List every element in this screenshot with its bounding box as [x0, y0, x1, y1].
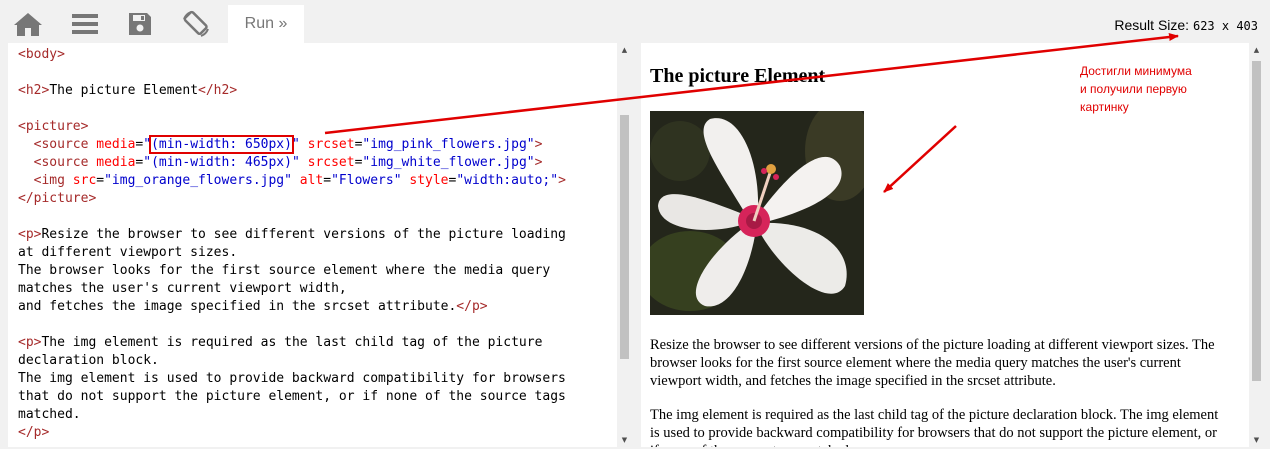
run-button[interactable]: Run »	[228, 5, 304, 43]
rotate-screen-icon[interactable]	[178, 6, 214, 42]
code-scroll-thumb[interactable]	[620, 115, 629, 359]
result-scroll-thumb[interactable]	[1252, 61, 1261, 381]
scroll-up-arrow-icon[interactable]: ▲	[1249, 46, 1264, 54]
floppy-disk-icon[interactable]	[122, 6, 158, 42]
code-text[interactable]: <body> <h2>The picture Element</h2> <pic…	[18, 46, 566, 442]
home-icon[interactable]	[10, 6, 46, 42]
result-size-value: 623 x 403	[1192, 19, 1258, 33]
result-heading: The picture Element	[650, 65, 826, 87]
toolbar: Run » Result Size: 623 x 403	[0, 0, 1270, 43]
result-paragraph-2: The img element is required as the last …	[650, 407, 1219, 447]
scroll-down-arrow-icon[interactable]: ▼	[1249, 436, 1264, 444]
result-size: Result Size: 623 x 403	[1114, 17, 1258, 33]
result-paragraph-1: Resize the browser to see different vers…	[650, 337, 1215, 389]
code-scrollbar[interactable]: ▲ ▼	[617, 43, 632, 447]
scroll-up-arrow-icon[interactable]: ▲	[617, 46, 632, 54]
result-scrollbar[interactable]: ▲ ▼	[1249, 43, 1264, 447]
flower-image	[650, 111, 864, 315]
scroll-down-arrow-icon[interactable]: ▼	[617, 436, 632, 444]
hamburger-menu-icon[interactable]	[67, 6, 103, 42]
result-size-label: Result Size:	[1114, 17, 1190, 33]
annotation-note: Достигли минимума и получили первую карт…	[1080, 64, 1192, 114]
code-editor[interactable]: <body> <h2>The picture Element</h2> <pic…	[8, 43, 632, 447]
